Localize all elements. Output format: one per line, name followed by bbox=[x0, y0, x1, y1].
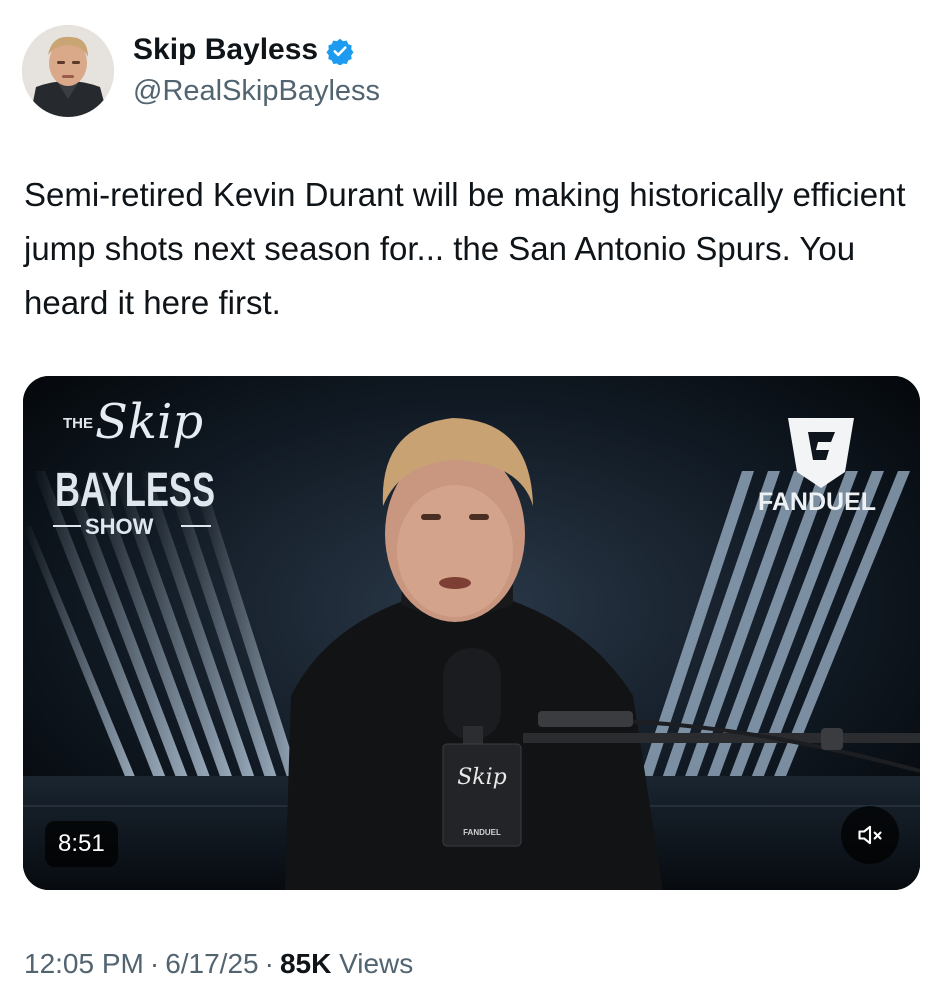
views-count: 85K bbox=[279, 948, 332, 979]
mic-flag-sponsor: FANDUEL bbox=[463, 828, 501, 837]
separator-dot: · bbox=[149, 948, 160, 979]
show-logo-show: SHOW bbox=[85, 514, 154, 539]
video-player[interactable]: Skip FANDUEL THE Skip BAYLESS SHOW FANDU… bbox=[23, 376, 920, 890]
author-name-text: Skip Bayless bbox=[133, 33, 319, 66]
author-handle[interactable]: @RealSkipBayless bbox=[133, 72, 380, 110]
show-logo-the: THE bbox=[63, 415, 93, 432]
speaker-muted-icon bbox=[858, 825, 882, 845]
mute-toggle-button[interactable] bbox=[841, 806, 899, 864]
video-frame: Skip FANDUEL THE Skip BAYLESS SHOW FANDU… bbox=[23, 376, 920, 890]
separator-dot: · bbox=[264, 948, 274, 979]
mic-flag-logo: Skip bbox=[457, 765, 507, 790]
show-logo-bayless: BAYLESS bbox=[55, 464, 215, 517]
show-logo-skip: Skip bbox=[95, 394, 203, 450]
video-duration-badge: 8:51 bbox=[45, 821, 118, 867]
author-avatar[interactable] bbox=[22, 25, 114, 117]
views-label: Views bbox=[339, 948, 414, 979]
sponsor-logo-text: FANDUEL bbox=[758, 488, 876, 516]
tweet-time[interactable]: 12:05 PM bbox=[24, 948, 144, 979]
tweet-text: Semi-retired Kevin Durant will be making… bbox=[24, 176, 906, 321]
author-name[interactable]: Skip Bayless bbox=[133, 30, 354, 70]
tweet-date[interactable]: 6/17/25 bbox=[165, 948, 258, 979]
verified-badge-icon bbox=[326, 36, 354, 66]
avatar-image bbox=[22, 25, 114, 117]
tweet-meta: 12:05 PM · 6/17/25 · 85K Views bbox=[24, 944, 413, 984]
